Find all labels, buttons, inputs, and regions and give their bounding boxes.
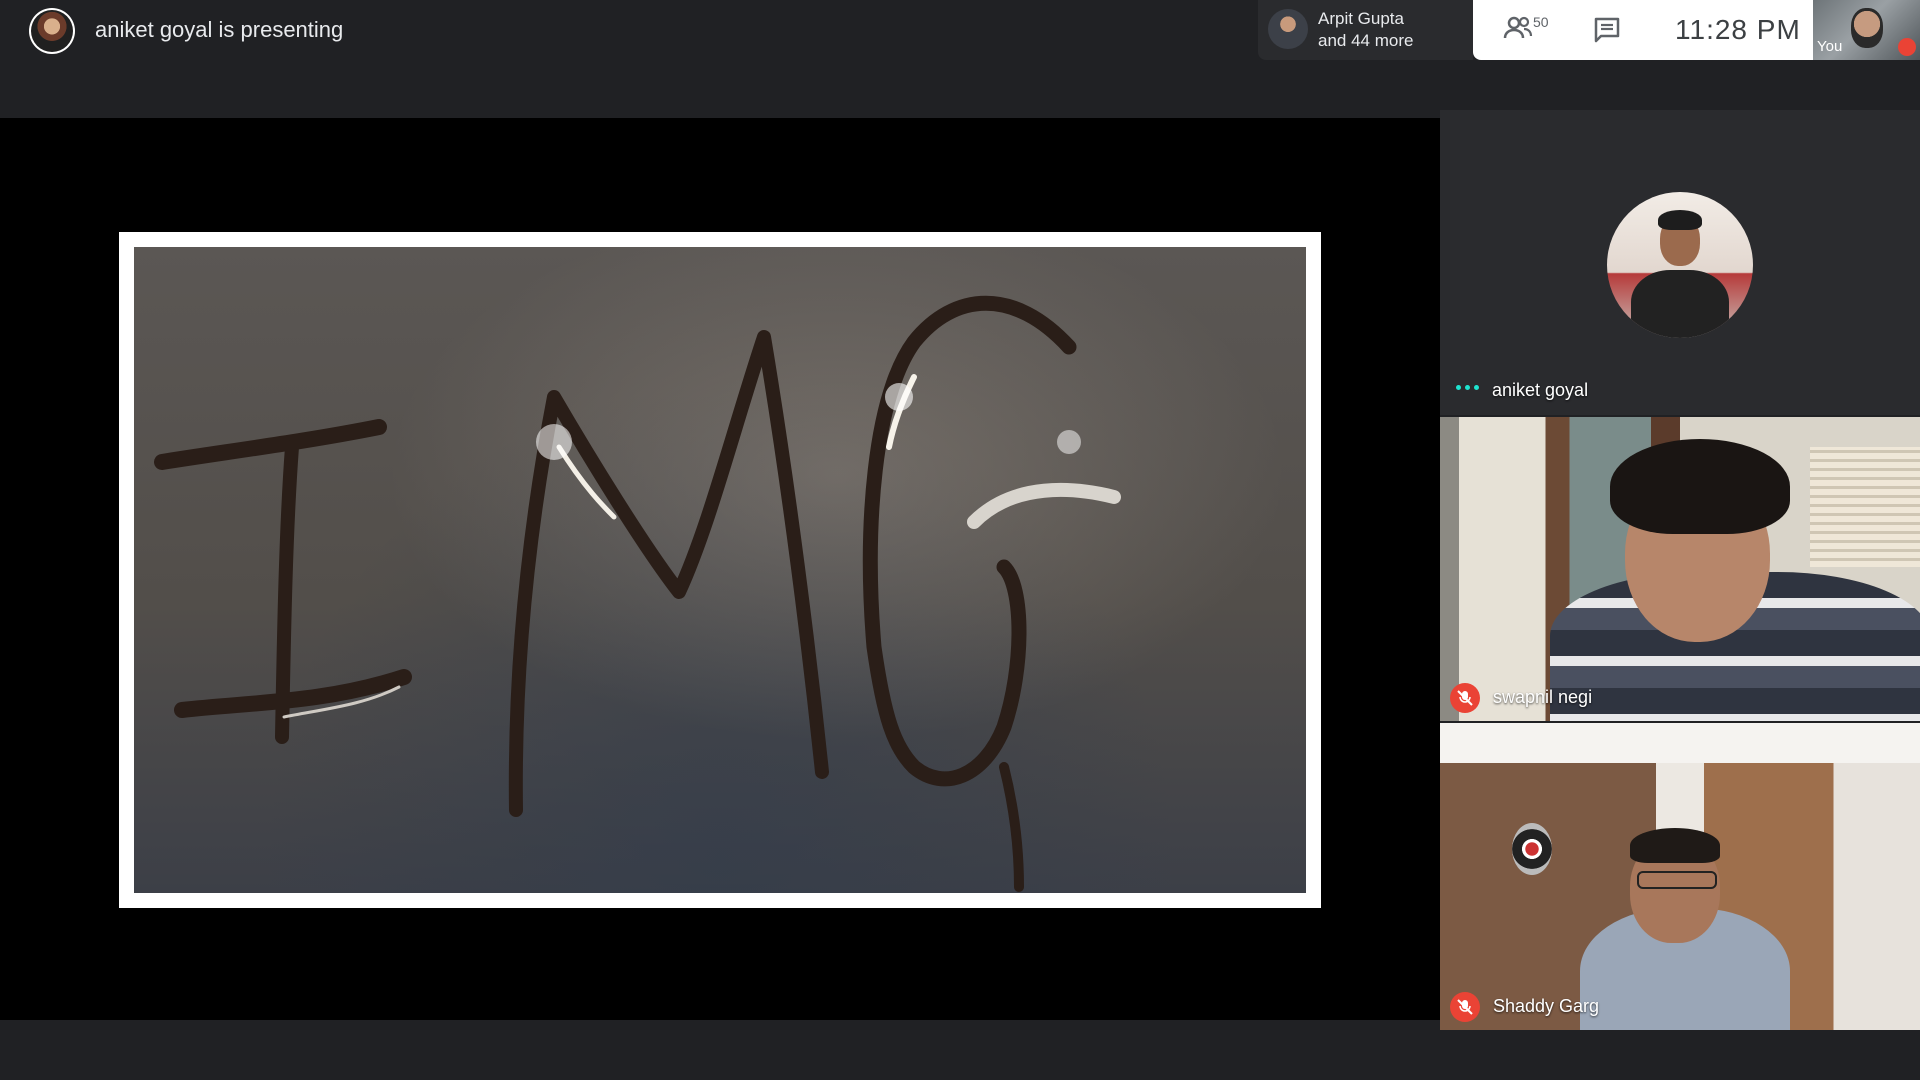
self-view-label: You	[1817, 38, 1843, 55]
video-background-ac	[1810, 447, 1920, 567]
participant-avatar	[1607, 192, 1753, 338]
participant-avatar	[1268, 9, 1308, 49]
speaking-indicator-icon	[1456, 385, 1479, 390]
slide-photo	[134, 247, 1306, 893]
participant-tile-swapnil[interactable]: swapnil negi	[1440, 417, 1920, 721]
chat-button[interactable]	[1593, 16, 1623, 44]
presenting-status: aniket goyal is presenting	[95, 17, 344, 42]
participant-tile-aniket[interactable]: aniket goyal	[1440, 110, 1920, 415]
avatar-body	[1631, 270, 1729, 338]
participant-name: Shaddy Garg	[1493, 996, 1600, 1016]
participant-name: swapnil negi	[1493, 687, 1593, 707]
people-button[interactable]: 50	[1503, 14, 1553, 46]
video-background-dartboard	[1512, 823, 1552, 875]
people-icon	[1503, 16, 1533, 39]
avatar-hair	[1658, 210, 1702, 230]
participants-chip[interactable]: Arpit Gupta and 44 more	[1258, 0, 1473, 60]
participants-chip-more: and 44 more	[1318, 31, 1414, 50]
top-bar: aniket goyal is presenting Arpit Gupta a…	[0, 0, 1920, 118]
presented-slide	[119, 232, 1321, 908]
self-muted-icon	[1898, 38, 1916, 56]
video-person-glasses	[1637, 871, 1717, 889]
people-count: 50	[1533, 14, 1549, 30]
fogged-glass-drawing	[154, 295, 1121, 892]
presentation-stage	[0, 118, 1440, 1020]
presenter-avatar	[29, 8, 75, 54]
participant-video	[1440, 417, 1920, 721]
meeting-clock: 11:28 PM	[1675, 14, 1801, 45]
mic-off-icon	[1450, 992, 1480, 1022]
participant-tile-shaddy[interactable]: Shaddy Garg	[1440, 723, 1920, 1030]
participant-column: aniket goyal swapnil negi Shaddy Garg	[1440, 110, 1920, 1030]
self-view-tile[interactable]: You	[1813, 0, 1920, 60]
bottom-bar	[0, 1020, 1440, 1080]
video-person-hair	[1610, 439, 1790, 534]
mic-off-icon	[1450, 683, 1480, 713]
participant-name: aniket goyal	[1492, 380, 1589, 400]
video-background-ceiling	[1440, 723, 1920, 763]
self-video	[1851, 8, 1883, 48]
video-person-hair	[1630, 828, 1720, 863]
participant-video	[1440, 723, 1920, 1030]
chat-icon	[1594, 17, 1620, 43]
participants-chip-name: Arpit Gupta	[1318, 9, 1404, 28]
meeting-controls: 50 11:28 PM	[1473, 0, 1813, 60]
